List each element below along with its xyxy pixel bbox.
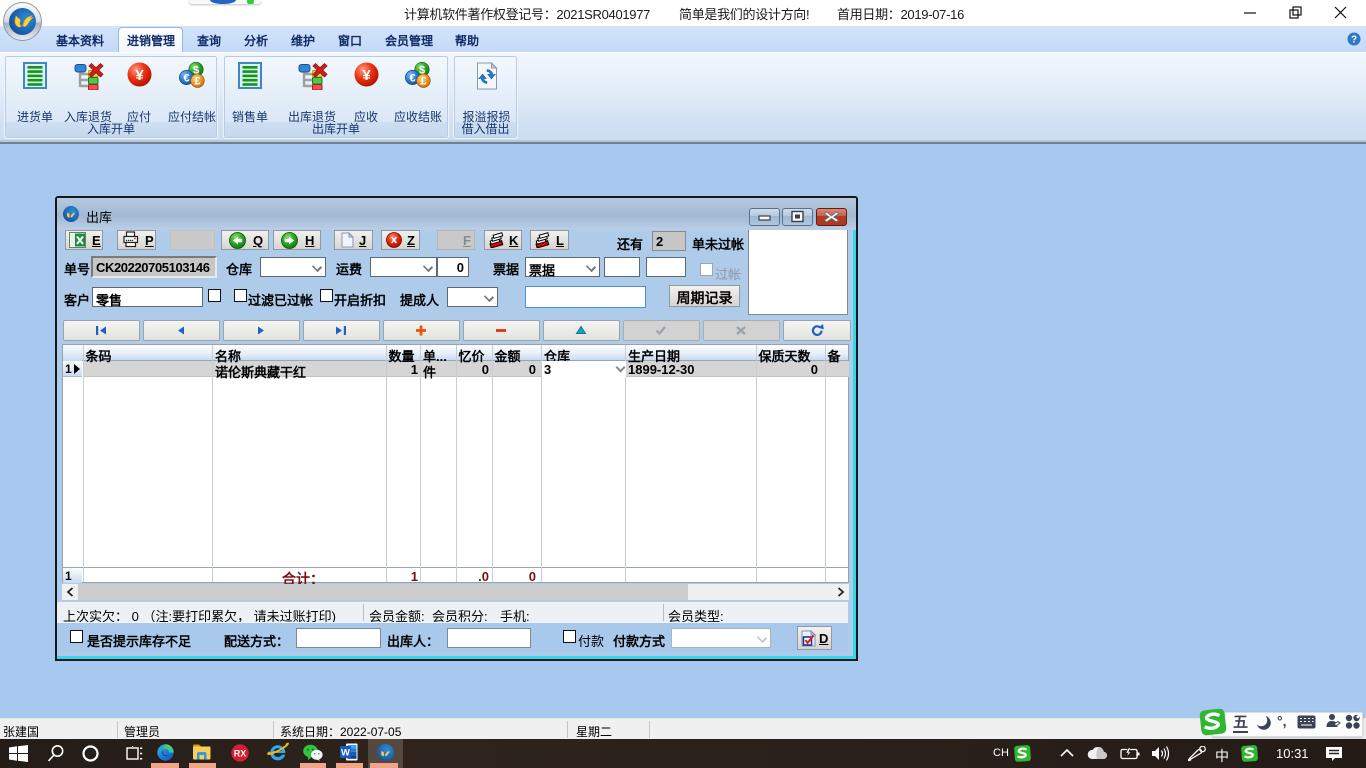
svg-text:¥: ¥	[135, 67, 144, 84]
svg-text:W: W	[341, 747, 350, 758]
svg-text:?: ?	[1351, 35, 1357, 46]
svg-text:€: €	[183, 72, 189, 84]
svg-text:¥: ¥	[362, 67, 371, 84]
svg-text:£: £	[420, 76, 426, 88]
svg-text:€: €	[409, 72, 415, 84]
svg-text:RX: RX	[234, 749, 247, 759]
svg-text:£: £	[194, 76, 200, 88]
